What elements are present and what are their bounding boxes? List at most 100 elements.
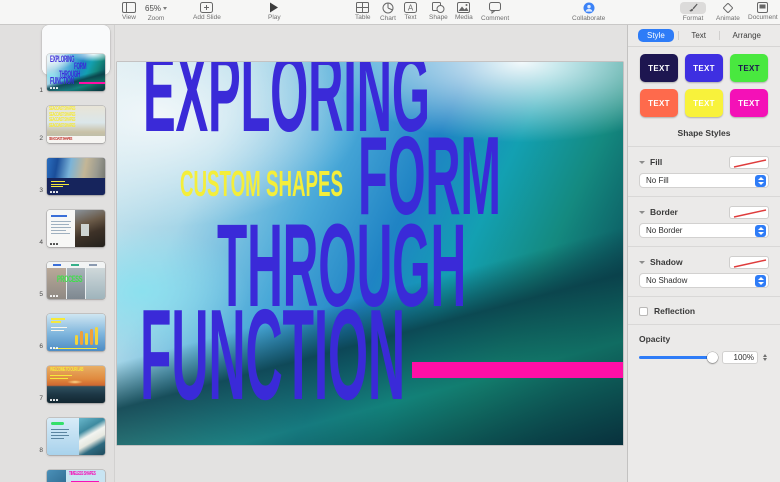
format-label: Format: [683, 15, 704, 22]
shadow-section-header[interactable]: Shadow: [639, 255, 769, 269]
slide-thumbnail-6[interactable]: [47, 314, 105, 351]
headline-line-function[interactable]: FUNCTION: [140, 291, 405, 420]
disclosure-triangle-icon[interactable]: [639, 211, 645, 214]
add-slide-label: Add Slide: [193, 14, 221, 21]
style-swatch-magenta[interactable]: TEXT: [730, 89, 768, 117]
table-button[interactable]: Table: [355, 2, 371, 21]
border-section-header[interactable]: Border: [639, 205, 769, 219]
thumb6-bar: [75, 335, 78, 345]
shape-label: Shape: [429, 14, 448, 21]
style-swatch-blue[interactable]: TEXT: [685, 54, 723, 82]
overlay-text-custom-shapes[interactable]: CUSTOM SHAPES: [180, 166, 343, 202]
view-button[interactable]: View: [122, 2, 136, 21]
thumb4-photo: [75, 210, 105, 247]
thumb3-textline: [51, 186, 63, 187]
opacity-slider-knob[interactable]: [707, 352, 718, 363]
zoom-value: 65%: [145, 2, 167, 14]
opacity-slider[interactable]: [639, 352, 717, 363]
panel-divider: [628, 246, 780, 247]
media-label: Media: [455, 14, 473, 21]
zoom-control[interactable]: 65% Zoom: [145, 2, 167, 22]
slide-thumbnail-8[interactable]: [47, 418, 105, 455]
thumb6-textline: [51, 330, 64, 331]
disclosure-triangle-icon[interactable]: [639, 161, 645, 164]
stepper-icon[interactable]: [755, 175, 766, 187]
media-icon: [457, 2, 470, 13]
collaborate-button[interactable]: Collaborate: [572, 2, 605, 22]
format-button[interactable]: Format: [680, 2, 706, 22]
zoom-label: Zoom: [148, 15, 165, 22]
tab-separator: [678, 31, 679, 40]
opacity-stepper-icon[interactable]: [763, 354, 767, 362]
tabs-divider: [628, 46, 780, 47]
style-swatch-coral[interactable]: TEXT: [640, 89, 678, 117]
tab-text[interactable]: Text: [682, 29, 715, 42]
fill-color-well[interactable]: [729, 156, 769, 169]
thumb8-textline: [51, 432, 67, 433]
play-button[interactable]: Play: [268, 2, 281, 21]
border-color-well[interactable]: [729, 206, 769, 219]
thumb8-textline: [51, 435, 69, 436]
disclosure-triangle-icon[interactable]: [639, 261, 645, 264]
reflection-checkbox[interactable]: [639, 307, 648, 316]
style-swatch-green[interactable]: TEXT: [730, 54, 768, 82]
media-button[interactable]: Media: [455, 2, 473, 21]
view-icon: [122, 2, 136, 13]
thumb2-footer-text: SEACOAST SHAPES: [49, 137, 72, 142]
slide-thumbnail-4[interactable]: [47, 210, 105, 247]
border-dropdown[interactable]: No Border: [639, 223, 769, 238]
document-button[interactable]: Document: [748, 2, 778, 21]
opacity-value-field[interactable]: 100%: [722, 351, 758, 364]
pink-accent-bar[interactable]: [412, 362, 623, 378]
slide-number: 3: [33, 187, 43, 194]
thumb6-bar: [90, 329, 93, 345]
tab-arrange[interactable]: Arrange: [724, 29, 770, 42]
thumb4-textline: [51, 224, 69, 225]
shadow-color-well[interactable]: [729, 256, 769, 269]
thumb4-textline: [51, 227, 71, 228]
fill-dropdown[interactable]: No Fill: [639, 173, 769, 188]
comment-button[interactable]: Comment: [481, 2, 509, 22]
thumb4-textline: [51, 233, 70, 234]
slide-thumbnail-2[interactable]: SEACOAST SHAPES SEACOAST SHAPES SEACOAST…: [47, 106, 105, 143]
shadow-label: Shadow: [650, 257, 729, 267]
text-button[interactable]: A Text: [404, 2, 417, 21]
document-label: Document: [748, 14, 778, 21]
shadow-value: No Shadow: [646, 276, 687, 285]
play-icon: [269, 2, 279, 13]
slide-thumbnail-5[interactable]: PROCESS: [47, 262, 105, 299]
slide-thumbnail-7[interactable]: WELCOME TO OUR LAB: [47, 366, 105, 403]
add-slide-button[interactable]: Add Slide: [193, 2, 221, 21]
stepper-icon[interactable]: [755, 225, 766, 237]
shape-styles-title: Shape Styles: [628, 128, 780, 138]
slide-thumbnail-1[interactable]: EXPLORING FORM THROUGH FUNCTION: [47, 54, 105, 91]
slide-thumbnail-3[interactable]: [47, 158, 105, 195]
thumb3-photo: [47, 158, 105, 178]
fill-section-header[interactable]: Fill: [639, 155, 769, 169]
thumb9-photo: [47, 470, 66, 482]
tab-style[interactable]: Style: [638, 29, 674, 42]
panel-divider: [628, 146, 780, 147]
thumb4-photo-window: [81, 224, 89, 236]
tab-separator: [719, 31, 720, 40]
shadow-dropdown[interactable]: No Shadow: [639, 273, 769, 288]
comment-label: Comment: [481, 15, 509, 22]
style-swatch-navy[interactable]: TEXT: [640, 54, 678, 82]
format-tabs: Style Text Arrange: [628, 25, 780, 43]
format-selected-pill: [680, 2, 706, 14]
text-label: Text: [405, 14, 417, 21]
chart-button[interactable]: Chart: [380, 2, 396, 22]
thumb1-pagination-dots: [50, 87, 58, 89]
animate-button[interactable]: Animate: [716, 2, 740, 22]
thumb4-pagination-dots: [50, 243, 58, 245]
slide-number: 1: [33, 87, 43, 94]
stepper-icon[interactable]: [755, 275, 766, 287]
thumb3-textline: [51, 184, 69, 185]
shape-button[interactable]: Shape: [429, 2, 448, 21]
thumb1-line4: FUNCTION: [50, 77, 74, 87]
style-swatch-yellow[interactable]: TEXT: [685, 89, 723, 117]
thumb1-accent-line: [79, 82, 105, 84]
comment-icon: [489, 2, 501, 14]
slide-thumbnail-9[interactable]: TIMELESS SHAPES: [47, 470, 105, 482]
slide-canvas[interactable]: EXPLORING FORM CUSTOM SHAPES THROUGH FUN…: [117, 62, 623, 445]
